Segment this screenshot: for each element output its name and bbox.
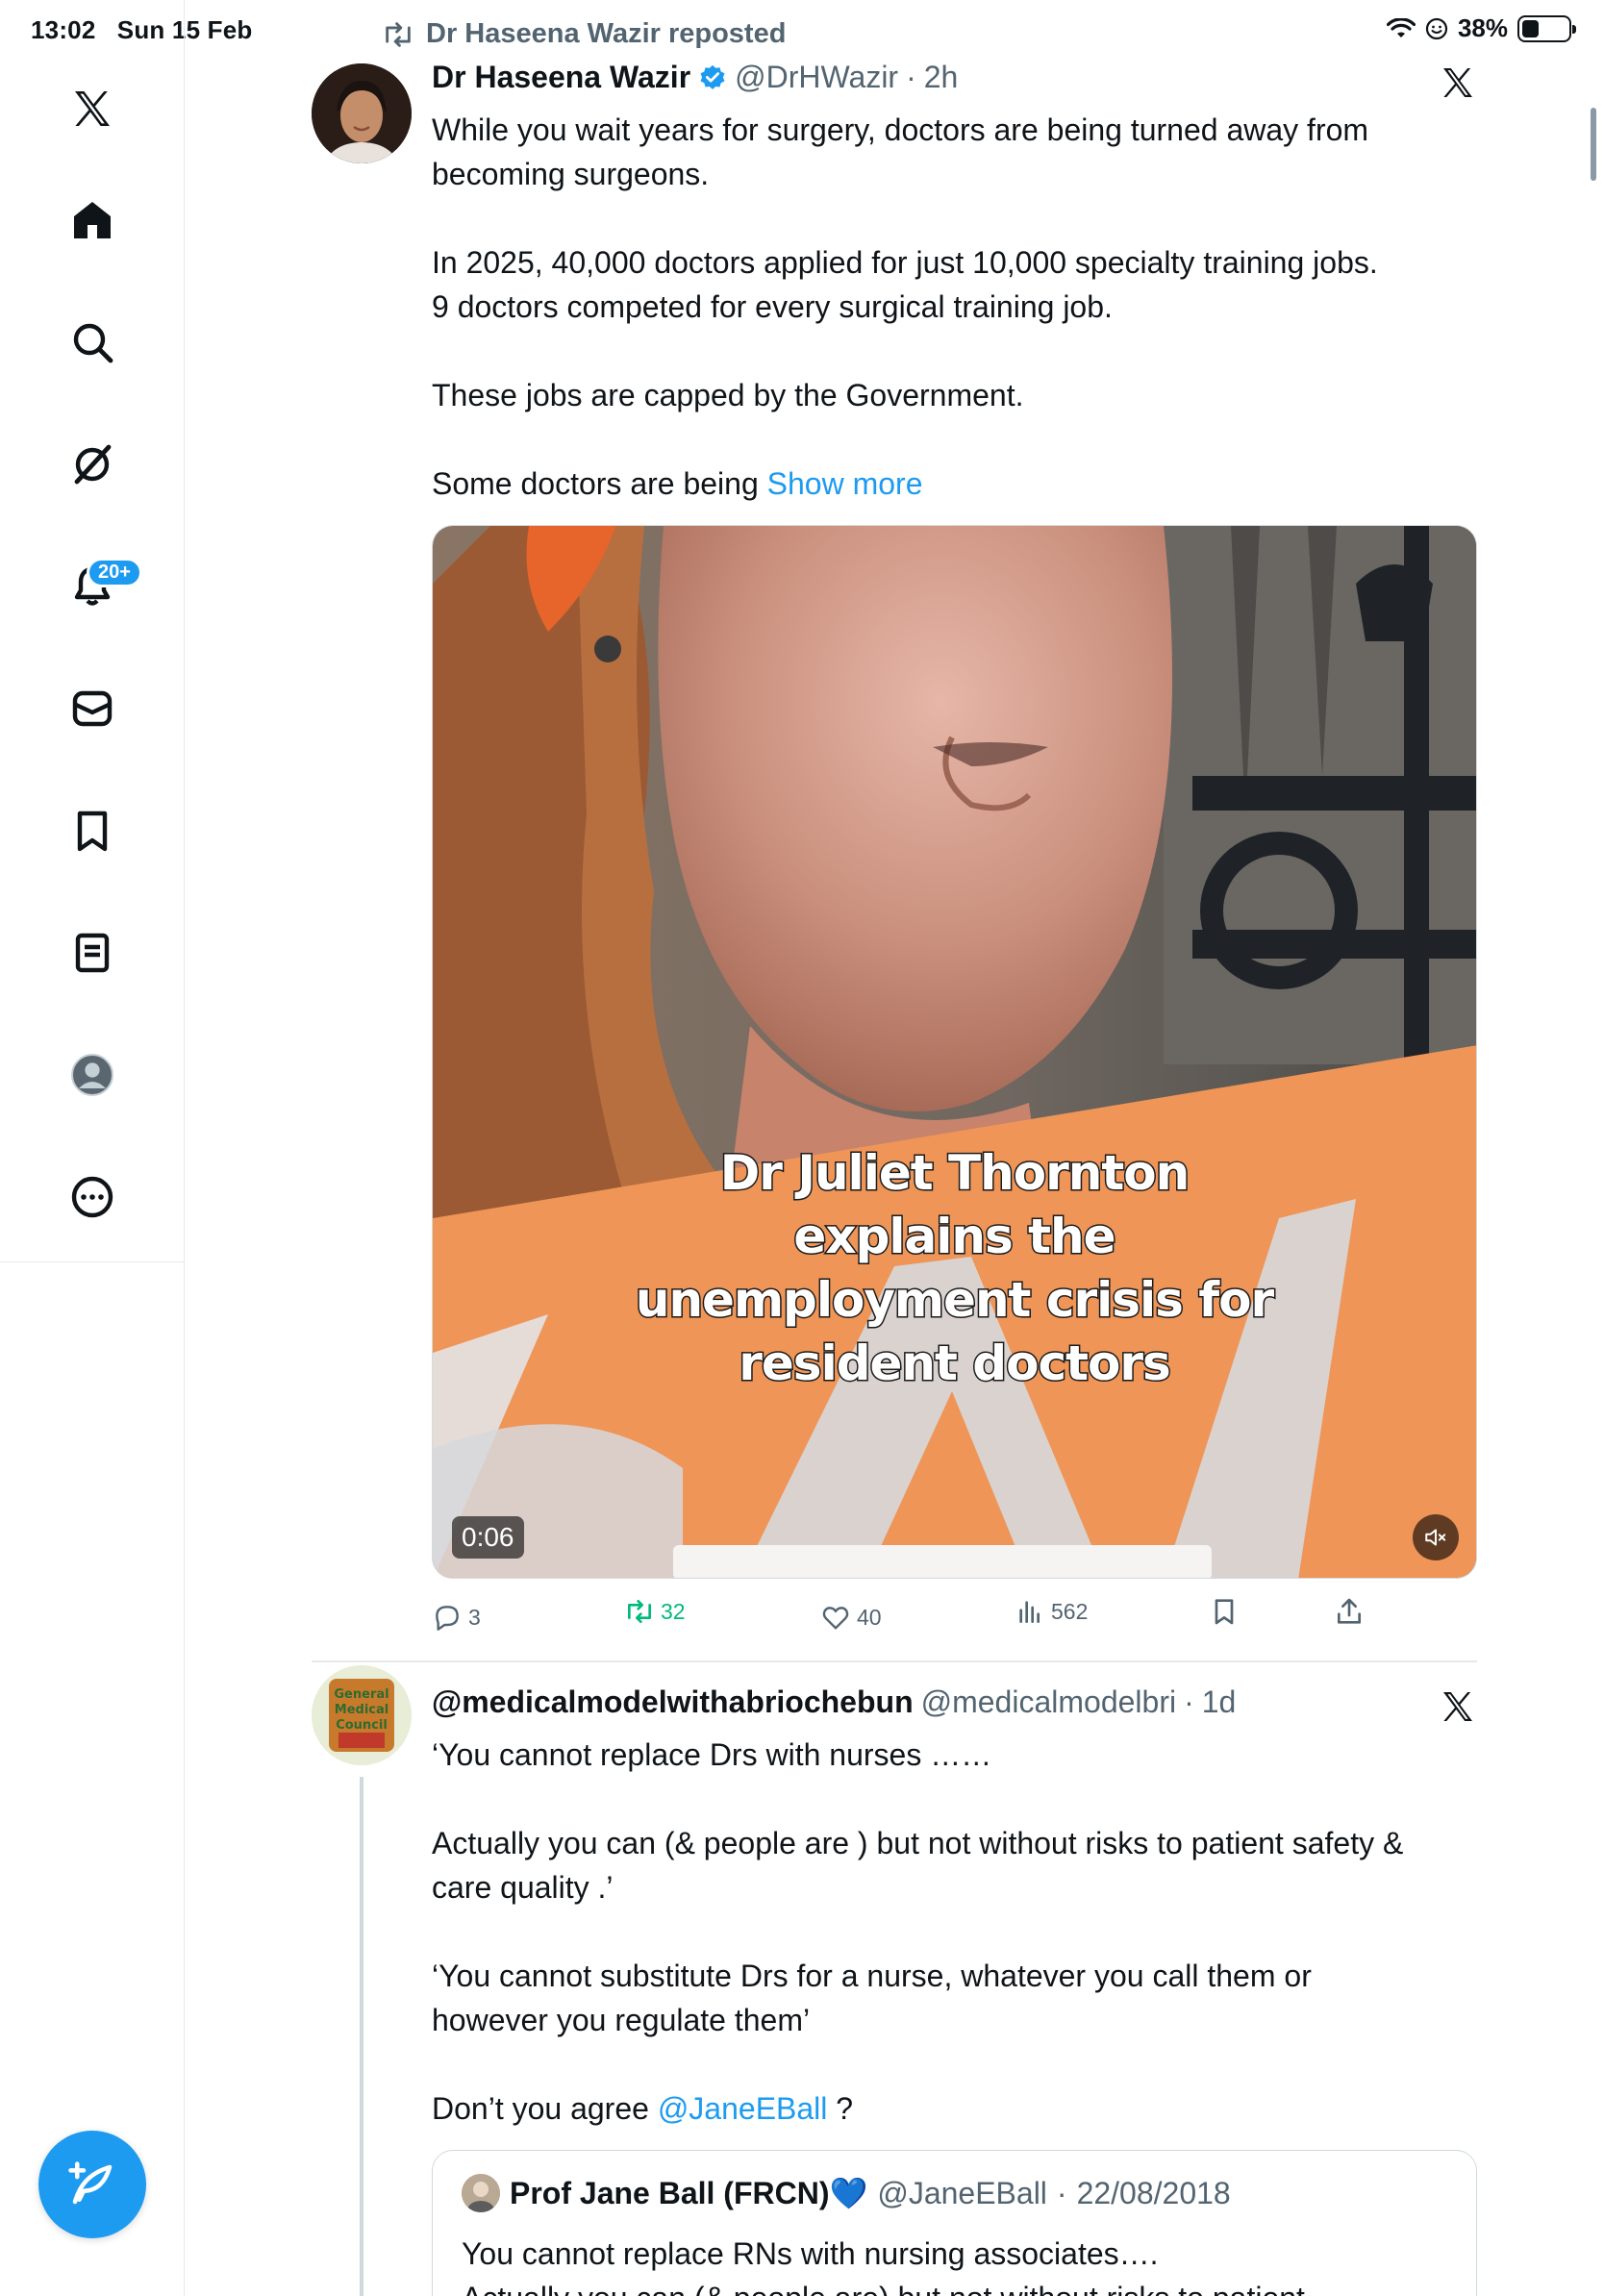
compose-plus-icon [68,2161,113,2205]
tweet-text-line: care quality .’ [432,1870,614,1905]
bookmarks-icon[interactable] [54,792,131,869]
video-frame [433,526,1476,1578]
author-name[interactable]: @medicalmodelwithabriochebun [432,1685,914,1720]
messages-icon[interactable] [54,670,131,747]
tweet-time[interactable]: 2h [924,60,959,95]
share-icon [1338,1598,1361,1624]
separator-dot: · [1056,2175,1067,2210]
video-player[interactable]: Dr Juliet Thornton explains the unemploy… [432,525,1477,1579]
more-icon[interactable] [54,1159,131,1235]
svg-text:Council: Council [336,1718,388,1733]
separator-dot: · [906,60,916,94]
thread-connector [360,1777,363,2296]
muted-speaker-icon [1425,1529,1446,1546]
repost-icon [628,1600,651,1623]
battery-icon [1517,14,1576,42]
repost-icon [386,21,411,47]
status-indicators: 38% [1386,13,1576,43]
tweet-text-line: ‘You cannot substitute Drs for a nurse, … [432,1959,1312,1993]
heart-icon [822,1607,849,1630]
quote-date: 22/08/2018 [1076,2175,1231,2210]
repost-label: Dr Haseena Wazir reposted [426,18,787,49]
video-caption: Dr Juliet Thornton explains the unemploy… [433,1141,1476,1395]
author-name: Prof Jane Ball (FRCN)💙 [510,2176,868,2210]
tweet-text-line: however you regulate them’ [432,2003,811,2037]
caption-line: Dr Juliet Thornton [718,1144,1190,1203]
author-name[interactable]: Dr Haseena Wazir [432,60,690,95]
reply-count: 3 [468,1604,481,1630]
avatar [462,2174,500,2212]
mute-button[interactable] [1413,1514,1459,1560]
caption-line: unemployment crisis for [634,1271,1275,1330]
verified-badge-icon [700,64,725,89]
home-icon[interactable] [54,182,131,259]
separator-dot: · [1184,1685,1194,1719]
tweet-text-line: Don’t you agree @JaneEBall ? [432,2091,854,2126]
view-count: 562 [1051,1598,1089,1624]
tweet-text-line: In 2025, 40,000 doctors applied for just… [432,245,1378,280]
caption-line: explains the [792,1208,1117,1266]
repost-button[interactable]: 32 [624,1596,686,1627]
quote-text: You cannot replace RNs with nursing asso… [462,2232,1305,2296]
show-more-link[interactable]: Show more [767,466,923,501]
notifications-badge: 20+ [87,558,142,587]
svg-text:General: General [334,1687,388,1702]
x-logo-icon [1443,1692,1472,1721]
grok-icon[interactable] [54,426,131,503]
svg-text:Medical: Medical [335,1703,388,1717]
caption-line: resident doctors [738,1335,1173,1393]
tweet-text-line: 9 doctors competed for every surgical tr… [432,289,1113,324]
tweet-header: Dr Haseena Wazir @DrHWazir · 2h [432,60,958,95]
tweet-text-line: Actually you can (& people are ) but not… [432,1826,1404,1860]
bookmark-button[interactable] [1209,1596,1240,1627]
search-icon[interactable] [54,304,131,381]
tweet-text-line: becoming surgeons. [432,157,710,191]
like-count: 40 [857,1604,882,1630]
compose-button[interactable] [38,2131,146,2238]
tweet-text-line: While you wait years for surgery, doctor… [432,112,1369,147]
x-logo-icon [1443,68,1472,97]
analytics-icon [1019,1601,1040,1623]
lists-icon[interactable] [54,914,131,991]
author-handle: @JaneEBall [877,2175,1047,2210]
tweet-text-line: Some doctors are being Show more [432,466,923,501]
quote-header: Prof Jane Ball (FRCN)💙 @JaneEBall · 22/0… [462,2174,1231,2212]
author-handle[interactable]: @medicalmodelbri [921,1685,1176,1720]
tweet-text-line: ‘You cannot replace Drs with nurses …… [432,1737,992,1772]
tweet-text-line: These jobs are capped by the Government. [432,378,1024,412]
quote-text-line: Actually you can (& people are) but not … [462,2276,1305,2296]
tweet-header: @medicalmodelwithabriochebun @medicalmod… [432,1685,1236,1720]
repost-count: 32 [661,1598,686,1624]
author-handle[interactable]: @DrHWazir [735,60,898,95]
scrollbar[interactable] [1591,108,1596,181]
tweet-divider [312,1660,1477,1662]
mention-link[interactable]: @JaneEBall [658,2091,828,2126]
like-button[interactable]: 40 [820,1602,882,1633]
avatar[interactable] [312,63,412,163]
quoted-tweet[interactable]: Prof Jane Ball (FRCN)💙 @JaneEBall · 22/0… [432,2150,1477,2296]
views-button[interactable]: 562 [1015,1596,1088,1627]
repost-indicator: Dr Haseena Wazir reposted [382,18,786,50]
quote-text-line: You cannot replace RNs with nursing asso… [462,2236,1159,2271]
avatar[interactable]: General Medical Council [312,1665,412,1765]
tweet-actions: 3 32 40 562 [432,1596,1477,1638]
focus-icon [1425,17,1448,39]
share-button[interactable] [1334,1596,1365,1627]
reply-button[interactable]: 3 [432,1602,481,1633]
wifi-icon [1386,17,1416,37]
bookmark-icon [1215,1599,1234,1625]
video-duration: 0:06 [452,1516,524,1559]
reply-icon [436,1606,459,1631]
battery-percent: 38% [1457,13,1508,42]
x-logo-icon[interactable] [54,70,131,147]
tweet-time[interactable]: 1d [1202,1685,1237,1720]
profile-icon[interactable] [54,1036,131,1113]
